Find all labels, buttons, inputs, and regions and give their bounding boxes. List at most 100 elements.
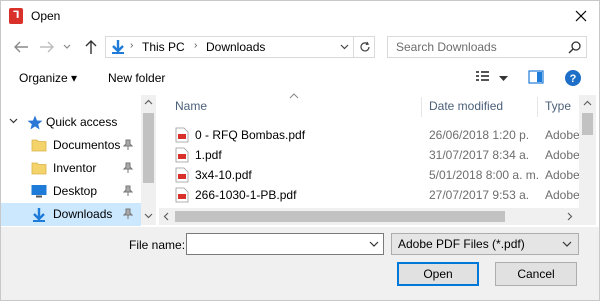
- refresh-icon: [359, 41, 370, 52]
- preview-pane-icon: [528, 70, 544, 84]
- pdf-file-icon: [175, 187, 189, 203]
- file-type-filter-select[interactable]: Adobe PDF Files (*.pdf): [391, 233, 579, 255]
- nav-item-documentos[interactable]: Documentos: [1, 134, 141, 157]
- pin-icon[interactable]: [123, 185, 133, 197]
- breadcrumb-downloads[interactable]: Downloads: [206, 40, 265, 54]
- pin-icon[interactable]: [123, 139, 133, 151]
- nav-item-inventor[interactable]: Inventor: [1, 157, 141, 180]
- address-history-dropdown[interactable]: [336, 36, 352, 58]
- nav-scrollbar[interactable]: [141, 95, 156, 225]
- command-bar: Organize ▾ New folder ?: [1, 63, 599, 95]
- close-button[interactable]: [563, 1, 599, 31]
- nav-item-desktop[interactable]: Desktop: [1, 180, 141, 203]
- sort-ascending-icon: [289, 93, 299, 99]
- svg-text:?: ?: [570, 73, 577, 85]
- chevron-down-icon[interactable]: [367, 236, 381, 252]
- column-header-date-modified[interactable]: Date modified: [429, 99, 503, 113]
- search-icon: [568, 41, 581, 54]
- scroll-right-icon[interactable]: [567, 212, 573, 221]
- back-button[interactable]: [11, 37, 31, 57]
- change-view-button[interactable]: [475, 69, 495, 86]
- pdf-file-icon: [175, 167, 189, 183]
- file-name: 266-1030-1-PB.pdf: [195, 188, 297, 202]
- help-button[interactable]: ?: [564, 69, 582, 90]
- scroll-up-icon[interactable]: [144, 99, 153, 105]
- recent-locations-button[interactable]: [61, 37, 73, 57]
- file-name: 1.pdf: [195, 148, 222, 162]
- refresh-button[interactable]: [353, 36, 375, 58]
- nav-label-documentos: Documentos: [53, 138, 121, 152]
- view-options-dropdown[interactable]: [499, 71, 508, 85]
- scrollbar-corner: [579, 208, 596, 225]
- file-hscroll-thumb[interactable]: [175, 211, 505, 222]
- desktop-icon: [31, 185, 47, 198]
- pdf-file-icon: [175, 147, 189, 163]
- nav-label-desktop: Desktop: [53, 184, 98, 198]
- address-bar[interactable]: › This PC › Downloads: [105, 36, 375, 58]
- address-row: › This PC › Downloads Search Downloads: [1, 31, 599, 63]
- window-title: Open: [31, 9, 61, 23]
- file-date-modified: 31/07/2017 8:34 a.: [429, 148, 530, 162]
- downloads-folder-icon: [112, 40, 124, 54]
- download-icon: [33, 208, 45, 222]
- breadcrumb-chevron-icon: ›: [194, 40, 198, 51]
- open-button[interactable]: Open: [397, 262, 479, 286]
- file-name: 0 - RFQ Bombas.pdf: [195, 128, 306, 142]
- column-divider[interactable]: [537, 97, 538, 117]
- file-type-filter-value: Adobe PDF Files (*.pdf): [398, 237, 525, 251]
- triangle-down-icon: [499, 76, 508, 81]
- file-name-input[interactable]: [186, 233, 384, 255]
- chevron-down-icon: [9, 118, 18, 124]
- title-bar: ⅂ Open: [1, 1, 599, 31]
- file-row[interactable]: 1.pdf 31/07/2017 8:34 a. Adobe: [159, 145, 580, 165]
- star-icon: [27, 115, 43, 130]
- column-header-type[interactable]: Type: [545, 99, 571, 113]
- nav-label-downloads: Downloads: [53, 207, 113, 221]
- search-input[interactable]: Search Downloads: [387, 36, 587, 58]
- scroll-left-icon[interactable]: [163, 212, 169, 221]
- up-button[interactable]: [81, 37, 101, 57]
- chevron-down-icon: [340, 44, 348, 50]
- nav-scroll-thumb[interactable]: [143, 113, 154, 183]
- navigation-pane: Quick access Documentos Inventor Desktop…: [1, 95, 156, 226]
- pdf-file-icon: [175, 127, 189, 143]
- app-icon-glyph: ⅂: [13, 10, 19, 21]
- file-date-modified: 26/06/2018 1:20 p.: [429, 128, 530, 142]
- close-icon: [575, 10, 587, 22]
- column-divider[interactable]: [421, 97, 422, 117]
- search-placeholder: Search Downloads: [396, 40, 497, 54]
- pin-icon[interactable]: [123, 162, 133, 174]
- nav-item-quick-access[interactable]: Quick access: [1, 111, 141, 134]
- file-row[interactable]: 0 - RFQ Bombas.pdf 26/06/2018 1:20 p. Ad…: [159, 125, 580, 145]
- scroll-down-icon[interactable]: [144, 213, 153, 219]
- scroll-up-icon[interactable]: [583, 100, 592, 106]
- pin-icon[interactable]: [123, 208, 133, 220]
- arrow-right-icon: [40, 41, 54, 53]
- chevron-down-icon: [63, 44, 71, 49]
- file-horizontal-scrollbar[interactable]: [159, 208, 579, 225]
- organize-button[interactable]: Organize ▾: [19, 71, 77, 85]
- breadcrumb-chevron-icon: ›: [130, 40, 134, 51]
- column-header-name[interactable]: Name: [175, 99, 207, 113]
- help-icon: ?: [565, 70, 581, 86]
- breadcrumb-this-pc[interactable]: This PC: [142, 40, 185, 54]
- file-row[interactable]: 266-1030-1-PB.pdf 27/07/2017 9:53 a. Ado…: [159, 185, 580, 205]
- folder-icon: [31, 162, 47, 175]
- nav-label-inventor: Inventor: [53, 161, 97, 175]
- preview-pane-button[interactable]: [528, 69, 544, 88]
- file-date-modified: 27/07/2017 9:53 a.: [429, 188, 530, 202]
- view-list-icon: [476, 71, 489, 81]
- file-type: Adobe: [545, 148, 580, 162]
- file-row[interactable]: 3x4-10.pdf 5/01/2018 8:00 a. m. Adobe: [159, 165, 580, 185]
- forward-button[interactable]: [37, 37, 57, 57]
- open-dialog: ⅂ Open › This PC › Downloads Search Down…: [0, 0, 600, 301]
- new-folder-button[interactable]: New folder: [108, 71, 165, 85]
- nav-item-downloads[interactable]: Downloads: [1, 203, 141, 226]
- nav-label-quick-access: Quick access: [46, 115, 118, 129]
- file-name: 3x4-10.pdf: [195, 168, 252, 182]
- arrow-up-icon: [85, 40, 97, 54]
- file-vscroll-thumb[interactable]: [582, 113, 593, 135]
- file-type: Adobe: [545, 188, 580, 202]
- file-vertical-scrollbar[interactable]: [579, 95, 596, 208]
- cancel-button[interactable]: Cancel: [495, 262, 577, 286]
